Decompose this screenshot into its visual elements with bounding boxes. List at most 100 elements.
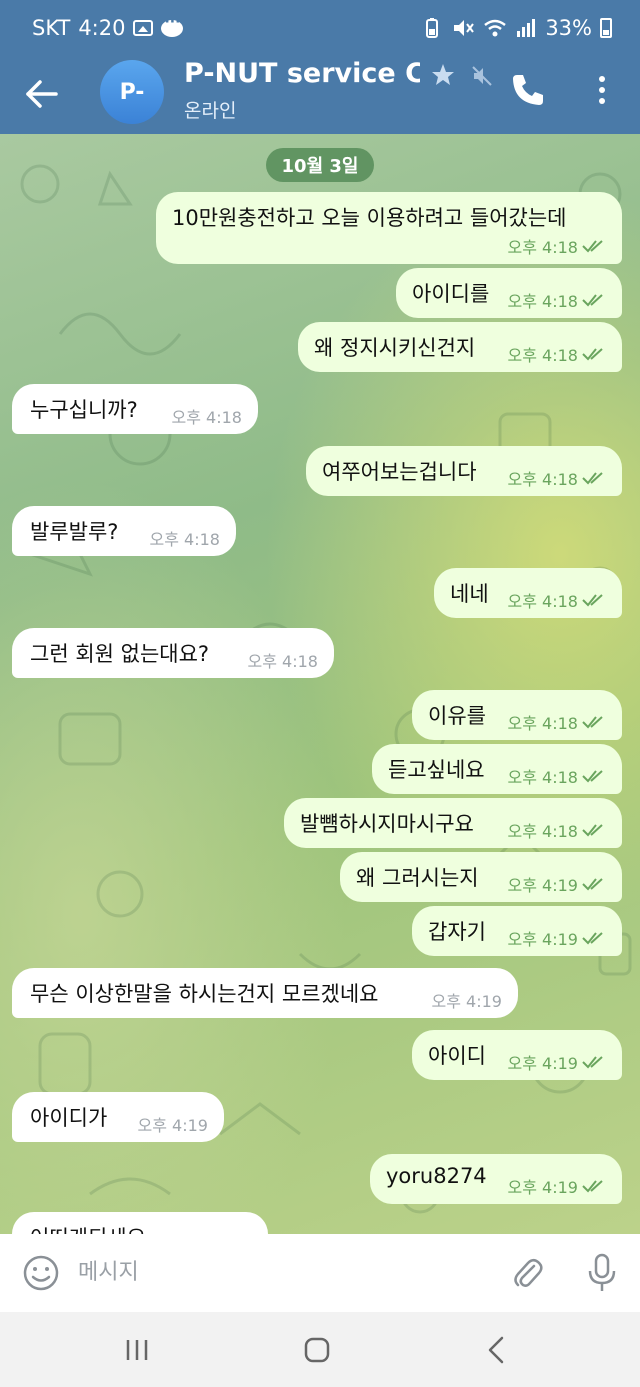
recent-apps-icon[interactable] — [122, 1336, 152, 1364]
message-time: 오후 4:18 — [507, 714, 578, 733]
message-time: 오후 4:18 — [507, 592, 578, 611]
chat-header: P- P-NUT service Cen 온라인 — [0, 56, 640, 134]
message-bubble-in[interactable]: 발루발루? 오후 4:18 — [12, 506, 236, 556]
message-bubble-out[interactable]: 갑자기 오후 4:19 — [412, 906, 622, 956]
message-text: 누구십니까? — [30, 398, 138, 422]
message-time: 오후 4:18 — [149, 530, 220, 549]
status-left: SKT 4:20 — [32, 14, 184, 40]
double-check-icon — [582, 294, 603, 307]
message-text: 10만원충전하고 오늘 이용하려고 들어갔는데 — [172, 206, 567, 230]
clock: 4:20 — [78, 16, 126, 40]
message-bubble-in[interactable]: 아이디가 오후 4:19 — [12, 1092, 224, 1142]
message-bubble-out[interactable]: 왜 정지시키신건지 오후 4:18 — [298, 322, 622, 372]
message-bubble-in[interactable]: 누구십니까? 오후 4:18 — [12, 384, 258, 434]
message-meta: 오후 4:18 — [248, 648, 318, 672]
message-bubble-out[interactable]: 듣고싶네요 오후 4:18 — [372, 744, 622, 794]
star-icon — [432, 64, 454, 85]
message-text: 그런 회원 없는대요? — [30, 642, 210, 666]
message-bubble-out[interactable]: 이유를 오후 4:18 — [412, 690, 622, 740]
message-input-bar — [0, 1234, 640, 1312]
double-check-icon — [582, 1180, 603, 1193]
message-bubble-out[interactable]: 아이디 오후 4:19 — [412, 1030, 622, 1080]
message-text: 무슨 이상한말을 하시는건지 모르겠네요 — [30, 982, 379, 1006]
message-time: 오후 4:18 — [507, 292, 578, 311]
chat-area[interactable]: 10월 3일 10만원충전하고 오늘 이용하려고 들어갔는데 오후 4:18 아… — [0, 134, 640, 1234]
double-check-icon — [582, 472, 603, 485]
message-bubble-in[interactable]: 어떠케되세요 — [12, 1212, 268, 1234]
message-meta: 오후 4:18 — [508, 588, 608, 612]
message-meta: 오후 4:18 — [508, 466, 608, 490]
message-time: 오후 4:18 — [171, 408, 242, 427]
double-check-icon — [582, 716, 603, 729]
double-check-icon — [582, 932, 603, 945]
message-meta: 오후 4:18 — [508, 764, 608, 788]
message-time: 오후 4:19 — [507, 1054, 578, 1073]
message-meta: 오후 4:19 — [138, 1112, 208, 1136]
gallery-notification-icon — [133, 20, 154, 36]
vibrate-mute-icon — [454, 20, 475, 36]
home-icon[interactable] — [302, 1336, 332, 1364]
message-text: 여쭈어보는겁니다 — [322, 460, 477, 484]
message-text: 발뻄하시지마시구요 — [300, 812, 474, 836]
message-text: 듣고싶네요 — [388, 758, 485, 782]
message-text: 아이디 — [428, 1044, 486, 1068]
message-bubble-out[interactable]: 아이디를 오후 4:18 — [396, 268, 622, 318]
nav-back-icon[interactable] — [484, 1334, 508, 1366]
message-text: 갑자기 — [428, 920, 486, 944]
message-text: 네네 — [450, 582, 489, 606]
message-input[interactable] — [78, 1250, 478, 1294]
double-check-icon — [582, 878, 603, 891]
message-meta: 오후 4:18 — [508, 288, 608, 312]
message-text: 왜 정지시키신건지 — [314, 336, 476, 360]
message-text: 아이디를 — [412, 282, 490, 306]
battery-percent: 33% — [545, 16, 592, 40]
double-check-icon — [582, 1056, 603, 1069]
message-bubble-out[interactable]: 네네 오후 4:18 — [434, 568, 622, 618]
date-chip: 10월 3일 — [266, 148, 374, 182]
message-bubble-out[interactable]: 10만원충전하고 오늘 이용하려고 들어갔는데 오후 4:18 — [156, 192, 622, 264]
message-time: 오후 4:18 — [507, 768, 578, 787]
mic-icon[interactable] — [586, 1252, 618, 1294]
double-check-icon — [582, 770, 603, 783]
message-text: 발루발루? — [30, 520, 119, 544]
message-time: 오후 4:19 — [507, 876, 578, 895]
status-bar: SKT 4:20 33% — [0, 0, 640, 56]
back-arrow-icon[interactable] — [20, 72, 64, 116]
message-time: 오후 4:18 — [247, 652, 318, 671]
message-bubble-out[interactable]: yoru8274 오후 4:19 — [370, 1154, 622, 1204]
chat-title[interactable]: P-NUT service Cen — [184, 58, 420, 94]
phone-icon[interactable] — [508, 70, 548, 110]
more-vert-icon[interactable] — [588, 70, 616, 110]
carrier-label: SKT — [32, 16, 71, 40]
battery-icon — [600, 18, 612, 38]
message-bubble-out[interactable]: 여쭈어보는겁니다 오후 4:18 — [306, 446, 622, 496]
message-bubble-in[interactable]: 그런 회원 없는대요? 오후 4:18 — [12, 628, 334, 678]
avatar[interactable]: P- — [100, 60, 164, 124]
message-text: yoru8274 — [386, 1164, 487, 1188]
talk-notification-icon — [161, 14, 184, 37]
message-meta: 오후 4:18 — [508, 342, 608, 366]
message-time: 오후 4:18 — [507, 822, 578, 841]
message-meta: 오후 4:18 — [508, 818, 608, 842]
message-time: 오후 4:19 — [431, 992, 502, 1011]
message-bubble-in[interactable]: 무슨 이상한말을 하시는건지 모르겠네요 오후 4:19 — [12, 968, 518, 1018]
message-time: 오후 4:18 — [507, 346, 578, 365]
message-meta: 오후 4:19 — [508, 926, 608, 950]
attach-icon[interactable] — [508, 1254, 546, 1292]
double-check-icon — [582, 594, 603, 607]
online-status: 온라인 — [184, 100, 237, 122]
message-meta: 오후 4:18 — [172, 404, 242, 428]
system-nav-bar — [0, 1312, 640, 1387]
emoji-icon[interactable] — [22, 1254, 60, 1292]
message-bubble-out[interactable]: 발뻄하시지마시구요 오후 4:18 — [284, 798, 622, 848]
mute-icon — [472, 66, 492, 86]
double-check-icon — [582, 240, 603, 253]
status-right: 33% — [421, 16, 612, 40]
double-check-icon — [582, 348, 603, 361]
message-bubble-out[interactable]: 왜 그러시는지 오후 4:19 — [340, 852, 622, 902]
message-meta: 오후 4:19 — [508, 1174, 608, 1198]
message-meta: 오후 4:19 — [432, 988, 502, 1012]
message-time: 오후 4:19 — [507, 930, 578, 949]
signal-icon — [517, 19, 536, 37]
message-time: 오후 4:18 — [507, 238, 578, 257]
